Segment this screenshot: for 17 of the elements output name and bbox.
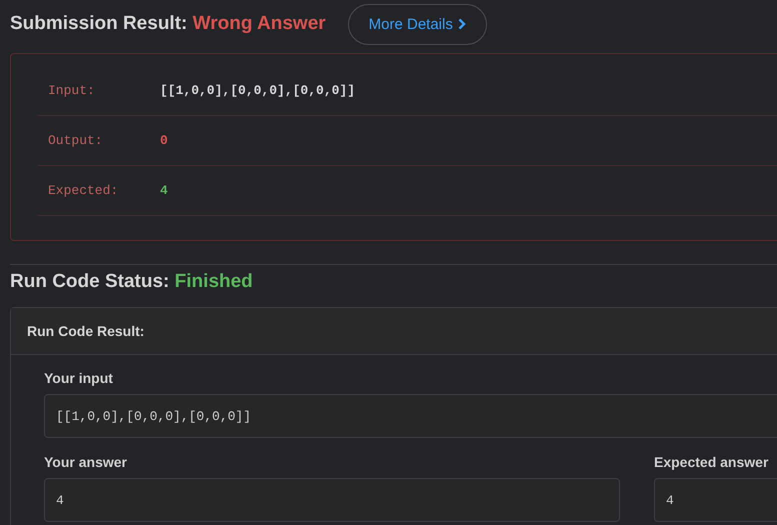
field-label: Your answer xyxy=(44,454,128,470)
input-field[interactable]: [[1,0,0],[0,0,0],[0,0,0]] xyxy=(44,394,777,438)
chevron-right-icon xyxy=(458,18,466,30)
result-label: Output: xyxy=(48,133,104,148)
result-label: Expected: xyxy=(48,183,120,198)
field-label: Expected answer xyxy=(654,454,770,470)
field-label: Your input xyxy=(44,370,114,386)
more-details-button[interactable]: More Details xyxy=(348,4,487,44)
result-label: Input: xyxy=(48,83,96,98)
result-value: [[1,0,0],[0,0,0],[0,0,0]] xyxy=(160,83,356,98)
submission-title: Submission Result: Wrong Answer xyxy=(10,13,326,35)
run-code-title: Run Code Status: Finished xyxy=(9,270,254,294)
card-title: Run Code Result: xyxy=(27,323,144,339)
result-value: 4 xyxy=(160,183,168,198)
answer-field[interactable]: 4 xyxy=(44,478,620,522)
expected-answer-field[interactable]: 4 xyxy=(654,478,777,522)
result-value: 0 xyxy=(160,133,168,148)
